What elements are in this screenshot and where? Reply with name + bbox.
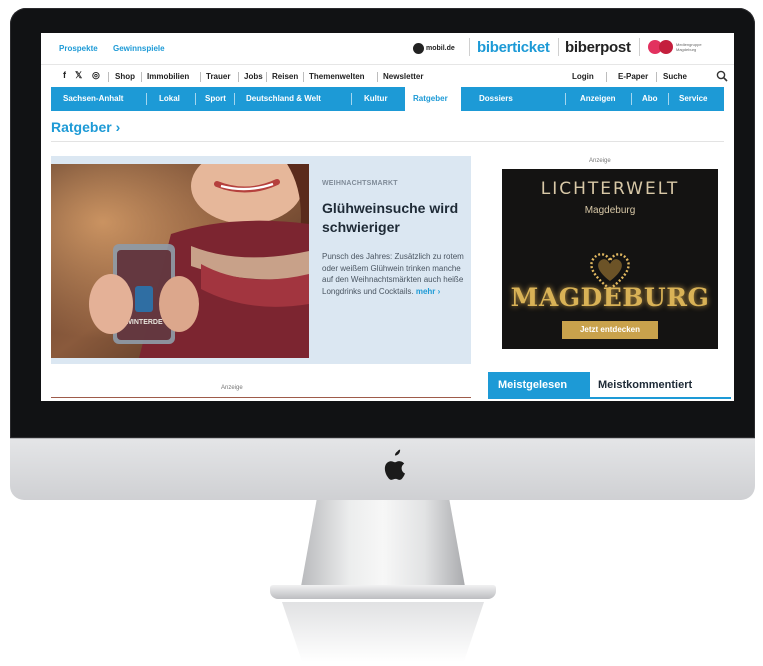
menu-item-reisen[interactable]: Reisen [272,72,298,81]
article-kicker: WEIHNACHTSMARKT [322,180,398,187]
lichterwelt-advertisement[interactable]: LICHTERWELT Magdeburg MAGDEBURG Jetzt en… [502,169,718,349]
divider [565,93,566,105]
divider [668,93,669,105]
menu-item-trauer[interactable]: Trauer [206,72,230,81]
popular-tabs: Meistgelesen Meistkommentiert [488,372,732,399]
divider [656,72,657,82]
nav-item-lokal[interactable]: Lokal [159,94,180,103]
nav-item-sport[interactable]: Sport [205,94,226,103]
tab-meistkommentiert-label: Meistkommentiert [598,379,693,391]
epaper-link[interactable]: E-Paper [618,72,648,81]
article-headline[interactable]: Glühweinsuche wird schwieriger [322,199,466,237]
biberticket-logo[interactable]: biberticket [477,39,550,56]
apple-logo-icon [374,445,410,489]
gewinnspiele-link[interactable]: Gewinnspiele [113,44,165,53]
divider [51,141,724,142]
divider [351,93,352,105]
article-photo[interactable]: WINTERDE [51,164,309,358]
nav-item-ratgeber-label: Ratgeber [413,94,448,103]
ad-label: Anzeige [221,385,243,391]
main-navigation: Sachsen-Anhalt Lokal Sport Deutschland &… [51,87,724,111]
imac-stand-neck [300,500,466,592]
ad-banner-edge [51,397,471,398]
nav-item-abo[interactable]: Abo [642,94,658,103]
tab-meistgelesen[interactable]: Meistgelesen [488,372,590,398]
divider [631,93,632,105]
divider [108,72,109,82]
article-summary-text: Punsch des Jahres: Zusätzlich zu rotem o… [322,252,464,296]
article-summary: Punsch des Jahres: Zusätzlich zu rotem o… [322,251,465,297]
browser-screen: Prospekte Gewinnspiele mobil.de bibertic… [41,33,734,401]
nav-item-kultur[interactable]: Kultur [364,94,388,103]
read-more-link[interactable]: mehr › [416,287,440,296]
suche-link[interactable]: Suche [663,72,687,81]
divider [558,38,559,56]
divider [238,72,239,82]
instagram-icon[interactable]: ◎ [92,70,100,81]
ad-headline: MAGDEBURG [510,283,710,312]
mm-logo-text: Mediengruppe Magdeburg [676,42,702,52]
mobil-de-label: mobil.de [426,45,455,52]
ad-cta-button[interactable]: Jetzt entdecken [562,321,658,339]
ad-label: Anzeige [589,158,611,164]
imac-stand-base [270,585,496,599]
utility-bar: Prospekte Gewinnspiele mobil.de bibertic… [41,33,734,63]
divider [146,93,147,105]
twitter-icon[interactable]: 𝕏 [75,70,82,81]
ad-title: LICHTERWELT [540,179,680,199]
ad-subtitle: Magdeburg [584,205,636,216]
mm-logo-circle-icon [659,40,673,54]
divider [377,72,378,82]
nav-item-deutschland-welt[interactable]: Deutschland & Welt [246,94,321,103]
page-title[interactable]: Ratgeber › [51,119,120,135]
nav-item-service[interactable]: Service [679,94,707,103]
divider [303,72,304,82]
menu-item-jobs[interactable]: Jobs [244,72,263,81]
tab-underline [488,397,731,399]
nav-item-dossiers[interactable]: Dossiers [479,94,513,103]
divider [639,38,640,56]
mobil-de-logo[interactable]: mobil.de [413,42,455,55]
tab-meistkommentiert[interactable]: Meistkommentiert [592,372,732,398]
divider [469,38,470,56]
divider [234,93,235,105]
search-icon[interactable] [716,70,728,82]
divider [195,93,196,105]
mobil-de-icon [413,43,424,54]
featured-article-teaser[interactable]: WINTERDE WEIHNACHTSMARKT Glühweinsuche w… [51,156,471,364]
nav-item-ratgeber[interactable]: Ratgeber [405,87,461,111]
nav-item-sachsen-anhalt[interactable]: Sachsen-Anhalt [63,94,123,103]
divider [200,72,201,82]
menu-item-newsletter[interactable]: Newsletter [383,72,423,81]
login-link[interactable]: Login [572,72,594,81]
mediengruppe-magdeburg-logo[interactable]: Mediengruppe Magdeburg [648,40,710,54]
facebook-icon[interactable]: f [63,70,66,80]
divider [606,72,607,82]
mug-print: WINTERDE [125,319,163,326]
menu-item-immobilien[interactable]: Immobilien [147,72,189,81]
divider [141,72,142,82]
nav-item-anzeigen[interactable]: Anzeigen [580,94,616,103]
menu-item-themenwelten[interactable]: Themenwelten [309,72,365,81]
prospekte-link[interactable]: Prospekte [59,44,98,53]
menu-item-shop[interactable]: Shop [115,72,135,81]
tab-meistgelesen-label: Meistgelesen [498,379,568,391]
divider [266,72,267,82]
service-menu-bar: f 𝕏 ◎ Shop Immobilien Trauer Jobs Reisen… [41,64,734,86]
imac-stand-reflection [282,602,484,662]
biberpost-logo[interactable]: biberpost [565,39,631,56]
